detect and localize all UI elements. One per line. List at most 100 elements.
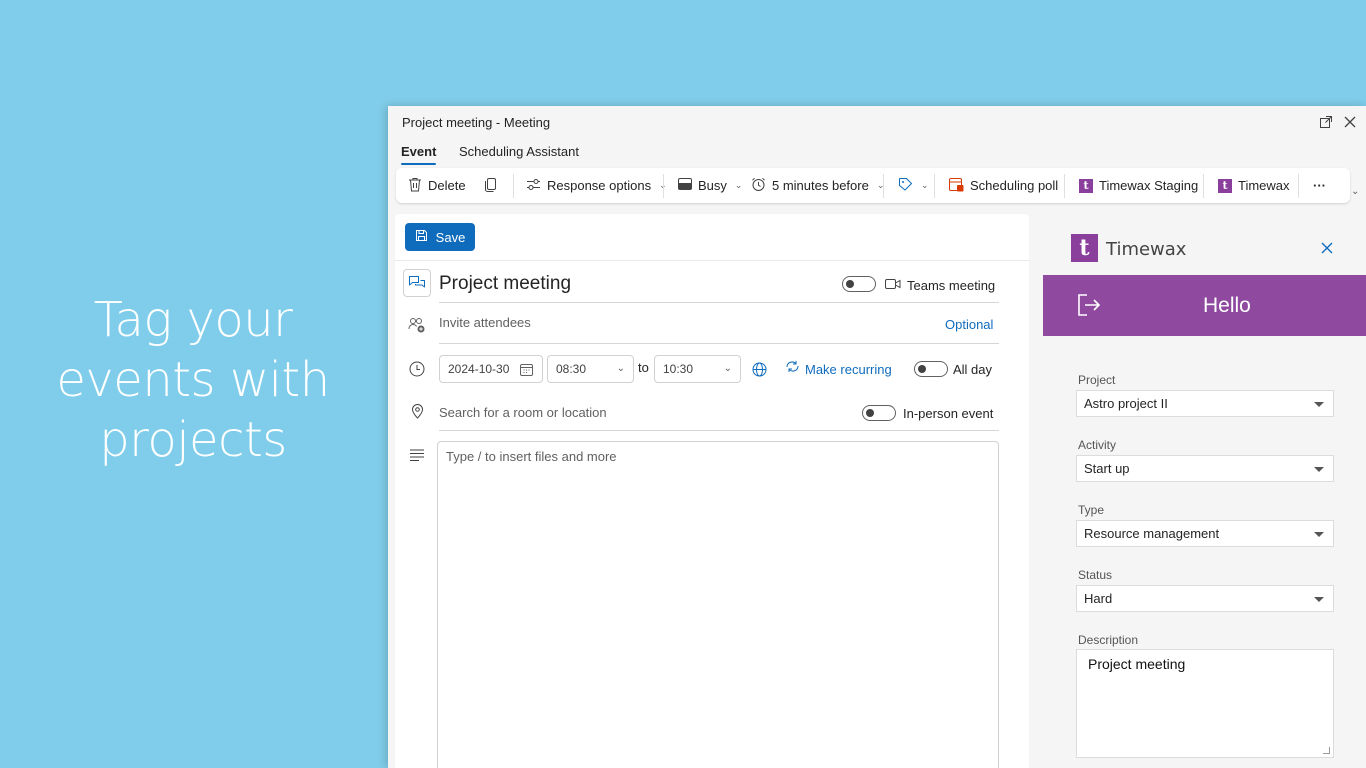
chevron-down-icon: ⌄ bbox=[616, 363, 625, 374]
alarm-icon bbox=[751, 177, 766, 195]
promo-line: events with bbox=[56, 352, 330, 408]
sign-out-icon[interactable] bbox=[1077, 293, 1101, 322]
delete-button[interactable]: Delete bbox=[408, 168, 466, 203]
activity-value: Start up bbox=[1084, 461, 1130, 476]
caret-down-icon bbox=[1314, 467, 1324, 472]
ribbon-expand-icon[interactable]: ⌄ bbox=[1351, 186, 1359, 197]
sliders-icon bbox=[526, 178, 541, 194]
type-value: Resource management bbox=[1084, 526, 1220, 541]
description-textarea[interactable]: Project meeting bbox=[1076, 649, 1334, 758]
copy-icon bbox=[484, 177, 497, 195]
description-label: Description bbox=[1078, 633, 1139, 647]
promo-line: projects bbox=[99, 412, 287, 468]
make-recurring-button[interactable]: Make recurring bbox=[785, 360, 892, 378]
start-date-value: 2024-10-30 bbox=[448, 362, 510, 376]
optional-attendees-link[interactable]: Optional bbox=[945, 317, 993, 332]
start-time-value: 08:30 bbox=[556, 362, 587, 376]
save-label: Save bbox=[435, 229, 466, 245]
status-select[interactable]: Hard bbox=[1076, 585, 1334, 612]
caret-down-icon bbox=[1314, 597, 1324, 602]
all-day-toggle[interactable] bbox=[914, 361, 948, 377]
timewax-logo: t bbox=[1071, 234, 1098, 262]
promo-headline: Tag your events with projects bbox=[0, 290, 386, 470]
addin-title: Timewax bbox=[1106, 239, 1187, 260]
chevron-down-icon: ⌄ bbox=[921, 180, 929, 190]
subject-input[interactable]: Project meeting bbox=[439, 273, 571, 295]
close-addin-icon[interactable] bbox=[1321, 238, 1333, 259]
more-options-button[interactable]: ··· bbox=[1313, 168, 1326, 203]
repeat-icon bbox=[785, 360, 800, 378]
response-options-button[interactable]: Response options ⌄ bbox=[526, 168, 667, 203]
reminder-dropdown[interactable]: 5 minutes before ⌄ bbox=[751, 168, 884, 203]
copy-button[interactable] bbox=[484, 168, 497, 203]
description-value: Project meeting bbox=[1088, 656, 1186, 672]
status-value: Hard bbox=[1084, 591, 1113, 606]
save-button[interactable]: Save bbox=[405, 223, 475, 251]
activity-label: Activity bbox=[1078, 438, 1117, 452]
close-icon[interactable] bbox=[1340, 112, 1360, 132]
teams-meeting-label: Teams meeting bbox=[907, 278, 996, 293]
save-icon bbox=[415, 229, 428, 245]
end-time-dropdown[interactable]: 10:30 ⌄ bbox=[654, 355, 741, 383]
type-label: Type bbox=[1078, 503, 1105, 517]
ribbon-toolbar: Delete Response options ⌄ Busy ⌄ 5 minut… bbox=[396, 168, 1350, 203]
tab-bar: Event Scheduling Assistant bbox=[388, 138, 1366, 165]
calendar-status-icon bbox=[678, 178, 692, 193]
title-bar: Project meeting - Meeting bbox=[388, 106, 1366, 138]
teams-meeting-toggle[interactable] bbox=[842, 276, 876, 292]
location-pin-icon bbox=[407, 401, 427, 421]
trash-icon bbox=[408, 177, 422, 195]
start-date-field[interactable]: 2024-10-30 bbox=[439, 355, 543, 383]
scheduling-poll-button[interactable]: Scheduling poll bbox=[949, 168, 1058, 203]
location-input[interactable]: Search for a room or location bbox=[439, 405, 607, 420]
timewax-logo-icon: t bbox=[1218, 178, 1232, 193]
people-add-icon bbox=[407, 315, 427, 335]
timewax-staging-label: Timewax Staging bbox=[1099, 178, 1199, 193]
response-options-label: Response options bbox=[547, 178, 652, 193]
chat-bubbles-icon bbox=[403, 269, 431, 297]
compose-pane: Save Project meeting Teams meeting Invit… bbox=[395, 214, 1029, 768]
busy-label: Busy bbox=[698, 178, 727, 193]
tab-event[interactable]: Event bbox=[401, 144, 437, 165]
scheduling-poll-label: Scheduling poll bbox=[970, 178, 1059, 193]
in-person-label: In-person event bbox=[903, 406, 994, 421]
to-label: to bbox=[638, 360, 649, 375]
in-person-toggle[interactable] bbox=[862, 405, 896, 421]
text-lines-icon bbox=[407, 445, 427, 465]
hello-text: Hello bbox=[1203, 294, 1251, 317]
timewax-addin-pane: t Timewax Hello Project Astro project II… bbox=[1043, 214, 1366, 768]
invite-attendees-input[interactable]: Invite attendees bbox=[439, 315, 531, 330]
reminder-label: 5 minutes before bbox=[772, 178, 869, 193]
end-time-value: 10:30 bbox=[663, 362, 694, 376]
hello-banner: Hello bbox=[1043, 275, 1366, 336]
caret-down-icon bbox=[1314, 532, 1324, 537]
delete-label: Delete bbox=[428, 178, 466, 193]
busy-dropdown[interactable]: Busy ⌄ bbox=[678, 168, 742, 203]
timewax-staging-button[interactable]: t Timewax Staging bbox=[1079, 168, 1198, 203]
chevron-down-icon: ⌄ bbox=[723, 363, 732, 374]
timewax-label: Timewax bbox=[1238, 178, 1290, 193]
globe-icon[interactable] bbox=[749, 359, 769, 379]
status-label: Status bbox=[1078, 568, 1113, 582]
caret-down-icon bbox=[1314, 402, 1324, 407]
tab-scheduling-assistant[interactable]: Scheduling Assistant bbox=[459, 144, 579, 159]
scheduling-poll-icon bbox=[949, 177, 964, 195]
timewax-button[interactable]: t Timewax bbox=[1218, 168, 1290, 203]
meeting-window: Project meeting - Meeting Event Scheduli… bbox=[388, 106, 1366, 768]
calendar-icon[interactable] bbox=[520, 363, 533, 379]
timewax-logo-icon: t bbox=[1079, 178, 1093, 193]
project-label: Project bbox=[1078, 373, 1116, 387]
type-select[interactable]: Resource management bbox=[1076, 520, 1334, 547]
chevron-down-icon: ⌄ bbox=[734, 180, 743, 190]
categorize-dropdown[interactable]: ⌄ bbox=[898, 168, 929, 203]
make-recurring-label: Make recurring bbox=[805, 361, 892, 377]
start-time-dropdown[interactable]: 08:30 ⌄ bbox=[547, 355, 634, 383]
tag-icon bbox=[898, 177, 913, 195]
resize-grip-icon[interactable] bbox=[1323, 747, 1330, 754]
promo-line: Tag your bbox=[93, 292, 293, 348]
pop-out-icon[interactable] bbox=[1316, 112, 1336, 132]
project-select[interactable]: Astro project II bbox=[1076, 390, 1334, 417]
activity-select[interactable]: Start up bbox=[1076, 455, 1334, 482]
all-day-label: All day bbox=[953, 362, 993, 377]
message-body-editor[interactable]: Type / to insert files and more bbox=[437, 441, 999, 768]
